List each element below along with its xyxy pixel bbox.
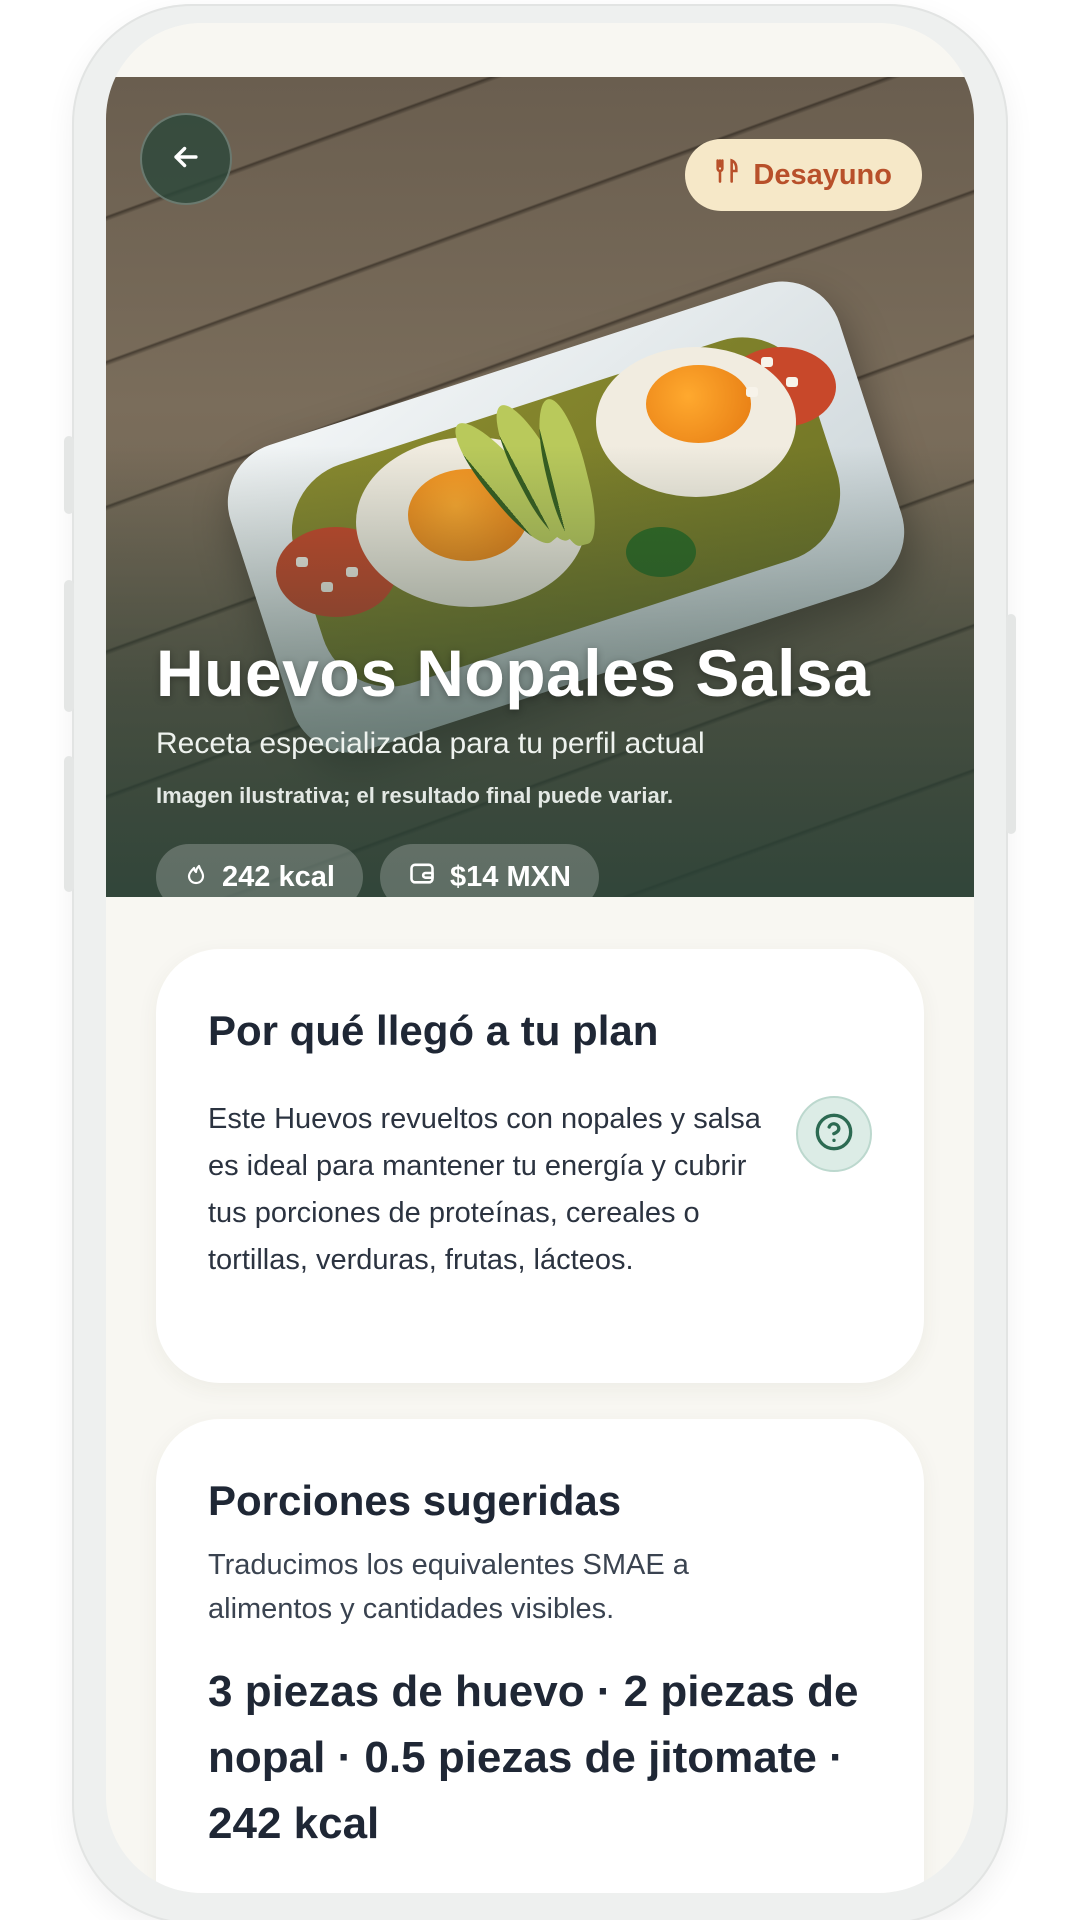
why-in-plan-card: Por qué llegó a tu plan Este Huevos revu… [156,949,924,1383]
cost-chip: $14 MXN [380,844,599,897]
image-disclaimer: Imagen ilustrativa; el resultado final p… [156,783,674,808]
meal-type-label: Desayuno [753,158,892,191]
back-button[interactable] [140,113,232,205]
portions-card: Porciones sugeridas Traducimos los equiv… [156,1419,924,1893]
why-card-body: Este Huevos revueltos con nopales y sals… [208,1103,761,1276]
calories-chip: 242 kcal [156,844,363,897]
recipe-hero: Desayuno Huevos Nopales Salsa Receta esp… [106,77,974,897]
status-bar [106,23,974,77]
help-circle-icon [814,1112,854,1157]
portions-summary: 3 piezas de huevo · 2 piezas de nopal · … [208,1667,859,1848]
cost-value: $14 MXN [450,860,571,893]
help-button[interactable] [796,1096,872,1172]
wallet-icon [408,859,436,895]
arrow-left-icon [169,140,203,179]
app-screen: Desayuno Huevos Nopales Salsa Receta esp… [106,23,974,1893]
portions-card-title: Porciones sugeridas [208,1477,622,1524]
calories-value: 242 kcal [222,860,335,893]
portions-card-description: Traducimos los equivalentes SMAE a alime… [208,1549,689,1625]
recipe-subtitle: Receta especializada para tu perfil actu… [156,727,705,760]
phone-side-button [1006,614,1016,834]
phone-side-button [64,436,74,514]
flame-icon [184,859,208,895]
phone-side-button [64,580,74,712]
why-card-title: Por qué llegó a tu plan [208,1007,659,1054]
phone-side-button [64,756,74,892]
recipe-title: Huevos Nopales Salsa [156,636,871,710]
utensils-icon [713,156,741,194]
meal-type-badge: Desayuno [685,139,922,211]
